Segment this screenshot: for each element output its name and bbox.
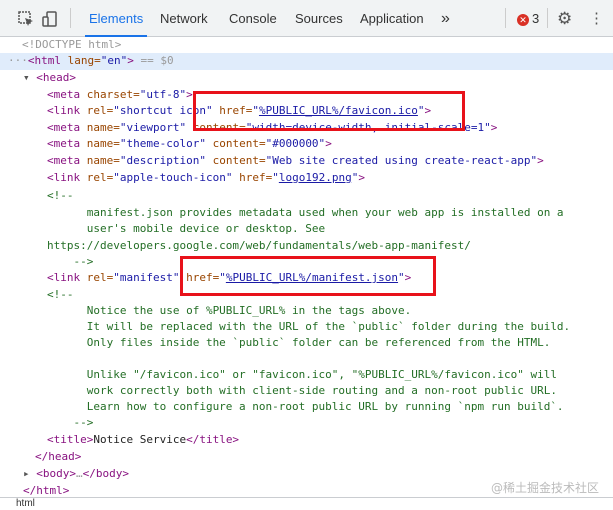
comment-line: It will be replaced with the URL of the …	[47, 320, 571, 333]
attr-name: rel=	[80, 271, 114, 284]
attr-name: name=	[80, 137, 120, 150]
highlight-box	[180, 256, 436, 296]
html-node[interactable]: ···<html lang="en"> == $0	[8, 53, 174, 69]
tag-bracket: >	[358, 171, 365, 184]
comment-line: user's mobile device or desktop. See	[47, 222, 326, 235]
attr-name: content=	[205, 137, 266, 150]
comment-line: manifest.json provides metadata used whe…	[47, 206, 564, 219]
tag-name: <html	[27, 54, 61, 67]
attr-value: "apple-touch-icon"	[113, 171, 233, 184]
attr-value: "#000000"	[265, 137, 326, 150]
tag-name: </html>	[23, 484, 70, 497]
tag-name: </title>	[186, 433, 240, 446]
collapsed-dots[interactable]: …	[76, 467, 83, 480]
comment-line: <!--	[47, 288, 74, 301]
tag-name: <body>	[36, 467, 76, 480]
attr-value: "viewport"	[119, 121, 187, 134]
meta-charset-node[interactable]: <meta charset="utf-8">	[47, 87, 193, 103]
gear-icon[interactable]: ⚙	[557, 0, 572, 37]
ellipsis-icon: ···	[8, 54, 28, 67]
more-tabs-button[interactable]: »	[441, 0, 450, 37]
attr-name: href=	[232, 171, 273, 184]
tag-name: <link	[47, 171, 81, 184]
logo-link[interactable]: logo192.png	[279, 171, 352, 184]
devtools-toolbar: Elements Network Console Sources Applica…	[0, 0, 613, 37]
error-count: 3	[532, 11, 540, 26]
title-node[interactable]: <title>Notice Service</title>	[47, 432, 239, 448]
tab-application[interactable]: Application	[360, 0, 424, 37]
attr-value: "Web site created using create-react-app…	[265, 154, 538, 167]
tag-bracket: >	[325, 137, 332, 150]
device-toolbar-icon[interactable]	[42, 10, 60, 28]
attr-value: "utf-8"	[139, 88, 187, 101]
error-counter[interactable]: ✕ 3	[517, 0, 539, 37]
doctype-text: <!DOCTYPE html>	[22, 38, 122, 51]
comment-line: https://developers.google.com/web/fundam…	[47, 239, 471, 252]
body-node[interactable]: ▸ <body>…</body>	[23, 466, 129, 482]
tag-bracket: >	[127, 54, 134, 67]
watermark: @稀土掘金技术社区	[490, 481, 599, 495]
attr-value: "theme-color"	[119, 137, 206, 150]
selected-node-marker: == $0	[133, 54, 174, 67]
tag-name: <meta	[47, 121, 81, 134]
highlight-box	[193, 91, 465, 131]
comment-line: Unlike "/favicon.ico" or "favicon.ico", …	[47, 368, 557, 381]
attr-name: lang=	[61, 54, 101, 67]
tag-name: <title>	[47, 433, 94, 446]
attr-name: rel=	[80, 104, 114, 117]
tab-sources[interactable]: Sources	[295, 0, 343, 37]
comment-line: Only files inside the `public` folder ca…	[47, 336, 551, 349]
attr-name: name=	[80, 154, 120, 167]
link-apple-node[interactable]: <link rel="apple-touch-icon" href="logo1…	[47, 170, 365, 186]
attr-name: name=	[80, 121, 120, 134]
comment-line: <!--	[47, 189, 74, 202]
tab-network[interactable]: Network	[160, 0, 208, 37]
title-text: Notice Service	[93, 433, 187, 446]
attr-value: "en"	[100, 54, 128, 67]
tag-name: </head>	[35, 450, 82, 463]
toolbar-divider	[547, 8, 548, 28]
toolbar-divider	[70, 8, 71, 28]
more-options-icon[interactable]: ⋮	[589, 0, 604, 37]
tag-name: <head>	[36, 71, 76, 84]
comment-line: Notice the use of %PUBLIC_URL% in the ta…	[47, 304, 412, 317]
tab-console[interactable]: Console	[229, 0, 277, 37]
doctype-node[interactable]: <!DOCTYPE html>	[22, 37, 121, 53]
comment-line: -->	[47, 416, 94, 429]
tag-name: <link	[47, 271, 81, 284]
breadcrumb-bar: html	[0, 497, 613, 510]
error-icon: ✕	[517, 13, 529, 26]
attr-name: rel=	[80, 171, 114, 184]
meta-theme-node[interactable]: <meta name="theme-color" content="#00000…	[47, 136, 332, 152]
attr-name: charset=	[80, 88, 140, 101]
inspect-element-icon[interactable]	[17, 10, 35, 28]
toolbar-divider	[505, 8, 506, 28]
tag-name: <meta	[47, 88, 81, 101]
attr-value: "description"	[119, 154, 206, 167]
tab-elements[interactable]: Elements	[84, 0, 148, 37]
tag-bracket: >	[186, 88, 193, 101]
head-close-node[interactable]: </head>	[35, 449, 81, 465]
attr-value: "manifest"	[113, 271, 180, 284]
attr-name: content=	[205, 154, 266, 167]
collapse-arrow-icon[interactable]: ▸	[23, 467, 36, 480]
quote: "	[272, 171, 279, 184]
meta-description-node[interactable]: <meta name="description" content="Web si…	[47, 153, 544, 169]
tag-name: </body>	[82, 467, 129, 480]
comment-line: work correctly both with client-side rou…	[47, 384, 557, 397]
tag-bracket: >	[490, 121, 498, 134]
tag-name: <meta	[47, 154, 81, 167]
tag-name: <meta	[47, 137, 81, 150]
expand-arrow-icon[interactable]: ▾	[23, 71, 36, 84]
comment-line: -->	[47, 255, 94, 268]
tag-name: <link	[47, 104, 81, 117]
comment-line: Learn how to configure a non-root public…	[47, 400, 564, 413]
tag-bracket: >	[537, 154, 544, 167]
head-node[interactable]: ▾ <head>	[23, 70, 76, 86]
breadcrumb[interactable]: html	[16, 498, 35, 509]
